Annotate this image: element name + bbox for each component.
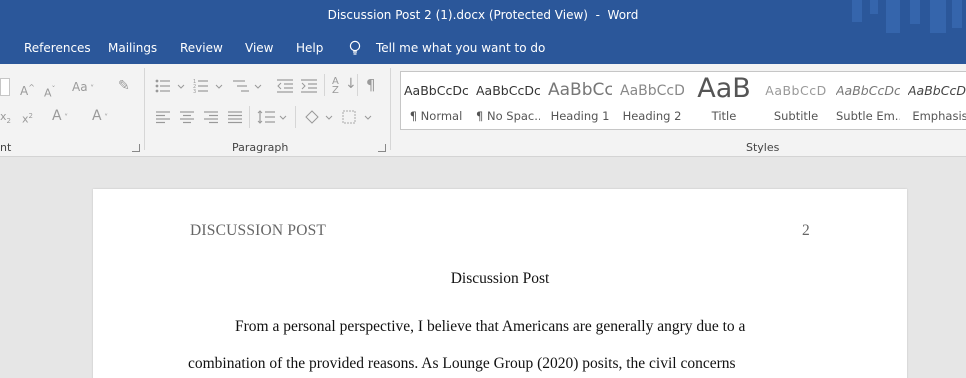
change-case-icon[interactable]: Aa ˅ bbox=[72, 79, 94, 97]
multilevel-list-icon[interactable] bbox=[231, 78, 263, 94]
superscript-icon[interactable]: x2 bbox=[22, 108, 33, 128]
svg-text:3: 3 bbox=[193, 89, 196, 94]
sort-icon[interactable]: AZ bbox=[332, 77, 339, 96]
group-separator bbox=[390, 68, 391, 150]
font-color-icon[interactable]: A ˅ bbox=[92, 108, 108, 126]
align-center-icon[interactable] bbox=[179, 110, 195, 124]
font-size-dropdown[interactable] bbox=[0, 78, 10, 96]
paragraph-inner-separator bbox=[324, 74, 325, 96]
paragraph-dialog-launcher[interactable] bbox=[378, 144, 386, 152]
style-preview: AaBbCcD bbox=[620, 83, 684, 99]
tab-help[interactable]: Help bbox=[296, 41, 323, 55]
font-dialog-launcher[interactable] bbox=[132, 144, 140, 152]
paragraph-inner-separator bbox=[357, 74, 358, 96]
shrink-font-icon[interactable]: Aˇ bbox=[44, 82, 56, 102]
style-preview: AaBbCcDc bbox=[908, 83, 966, 98]
style-subtle-emphasis[interactable]: AaBbCcDc Subtle Em... bbox=[836, 75, 900, 126]
style-preview: AaBbCcD bbox=[765, 83, 827, 98]
sort-arrow-icon: ↓ bbox=[345, 76, 357, 92]
style-preview: AaBbCcDc bbox=[476, 83, 540, 98]
style-normal[interactable]: AaBbCcDc ¶ Normal bbox=[404, 75, 468, 126]
tab-references[interactable]: References bbox=[24, 41, 91, 55]
page-number: 2 bbox=[802, 222, 810, 239]
tell-me-search[interactable]: Tell me what you want to do bbox=[376, 41, 545, 55]
align-left-icon[interactable] bbox=[155, 110, 171, 124]
clear-formatting-icon[interactable]: ✎ bbox=[118, 78, 130, 94]
style-name: Emphasis bbox=[912, 109, 966, 123]
tab-mailings[interactable]: Mailings bbox=[108, 41, 157, 55]
style-no-spacing[interactable]: AaBbCcDc ¶ No Spac... bbox=[476, 75, 540, 126]
style-heading-2[interactable]: AaBbCcD Heading 2 bbox=[620, 75, 684, 126]
running-head: DISCUSSION POST bbox=[190, 222, 327, 239]
style-name: ¶ No Spac... bbox=[476, 109, 540, 123]
increase-indent-icon[interactable] bbox=[300, 78, 318, 94]
body-text-line: combination of the provided reasons. As … bbox=[188, 355, 736, 372]
styles-group-label: Styles bbox=[746, 141, 780, 154]
style-preview: AaBbCcDc bbox=[404, 83, 468, 98]
justify-icon[interactable] bbox=[227, 110, 243, 124]
ribbon-tabs: References Mailings Review View Help Tel… bbox=[0, 33, 966, 64]
style-name: Subtitle bbox=[773, 109, 819, 123]
style-name: Title bbox=[711, 109, 737, 123]
subscript-icon[interactable]: x2 bbox=[0, 109, 11, 129]
style-preview: AaBbCcDc bbox=[836, 83, 900, 98]
bullets-icon[interactable] bbox=[155, 78, 185, 94]
lightbulb-icon[interactable] bbox=[348, 40, 362, 56]
style-name: Subtle Em... bbox=[836, 109, 900, 123]
group-separator bbox=[144, 68, 145, 150]
style-name: Heading 1 bbox=[550, 109, 610, 123]
shading-icon[interactable] bbox=[303, 109, 333, 125]
show-formatting-marks-icon[interactable]: ¶ bbox=[366, 77, 376, 93]
title-bar: Discussion Post 2 (1).docx (Protected Vi… bbox=[0, 0, 966, 33]
ribbon: A^ Aˇ Aa ˅ ✎ x2 x2 A ˅ A ˅ nt 123 A Z ↓ … bbox=[0, 64, 966, 157]
paragraph-inner-separator bbox=[295, 106, 296, 128]
paragraph-inner-separator bbox=[249, 106, 250, 128]
borders-icon[interactable] bbox=[341, 109, 373, 125]
font-group-label: nt bbox=[0, 141, 12, 154]
align-right-icon[interactable] bbox=[203, 110, 219, 124]
document-page[interactable]: DISCUSSION POST 2 Discussion Post From a… bbox=[93, 189, 907, 378]
grow-font-icon[interactable]: A^ bbox=[20, 80, 35, 99]
decrease-indent-icon[interactable] bbox=[276, 78, 294, 94]
style-name: ¶ Normal bbox=[409, 109, 463, 123]
document-title: Discussion Post bbox=[450, 270, 550, 287]
body-text-line: From a personal perspective, I believe t… bbox=[235, 318, 746, 335]
text-effects-icon[interactable]: A ˅ bbox=[52, 108, 68, 126]
style-emphasis[interactable]: AaBbCcDc Emphasis bbox=[908, 75, 966, 126]
paragraph-group-label: Paragraph bbox=[232, 141, 289, 154]
style-name: Heading 2 bbox=[622, 109, 682, 123]
tab-review[interactable]: Review bbox=[180, 41, 223, 55]
style-preview: AaBbCc bbox=[548, 80, 612, 100]
style-subtitle[interactable]: AaBbCcD Subtitle bbox=[764, 75, 828, 126]
style-heading-1[interactable]: AaBbCc Heading 1 bbox=[548, 75, 612, 126]
style-preview: AaB bbox=[697, 75, 751, 104]
numbering-icon[interactable]: 123 bbox=[193, 78, 225, 94]
tab-view[interactable]: View bbox=[245, 41, 273, 55]
window-title: Discussion Post 2 (1).docx (Protected Vi… bbox=[327, 8, 639, 22]
line-spacing-icon[interactable] bbox=[257, 109, 287, 125]
style-title[interactable]: AaB Title bbox=[692, 75, 756, 126]
